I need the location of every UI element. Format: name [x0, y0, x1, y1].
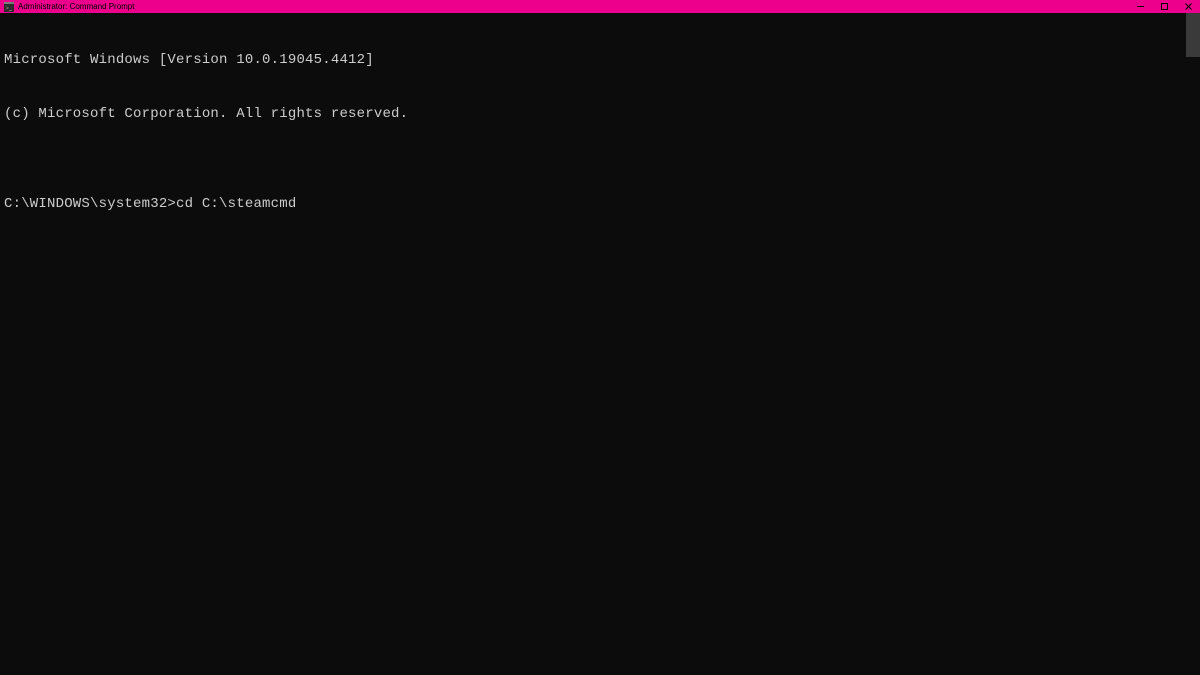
- titlebar-left: >_ Administrator: Command Prompt: [4, 2, 134, 12]
- version-line: Microsoft Windows [Version 10.0.19045.44…: [4, 51, 1196, 69]
- window-controls: [1128, 0, 1200, 13]
- terminal-area[interactable]: Microsoft Windows [Version 10.0.19045.44…: [0, 13, 1200, 675]
- prompt-line: C:\WINDOWS\system32>: [4, 195, 1196, 213]
- prompt-text: C:\WINDOWS\system32>: [4, 195, 176, 213]
- command-input[interactable]: [176, 195, 1196, 213]
- minimize-button[interactable]: [1128, 0, 1152, 13]
- maximize-button[interactable]: [1152, 0, 1176, 13]
- copyright-line: (c) Microsoft Corporation. All rights re…: [4, 105, 1196, 123]
- close-button[interactable]: [1176, 0, 1200, 13]
- scrollbar-thumb[interactable]: [1186, 13, 1200, 57]
- svg-text:>_: >_: [6, 6, 13, 12]
- window-title: Administrator: Command Prompt: [18, 3, 134, 11]
- window-titlebar[interactable]: >_ Administrator: Command Prompt: [0, 0, 1200, 13]
- cmd-icon: >_: [4, 2, 14, 12]
